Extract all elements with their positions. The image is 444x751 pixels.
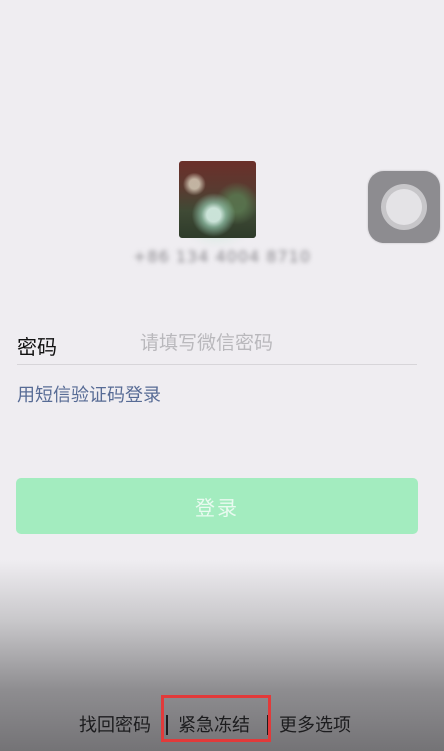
login-screen: +86 134 4004 8710 密码 用短信验证码登录 登录 找回密码 紧急… [0, 0, 444, 751]
password-label: 密码 [17, 335, 57, 359]
assistive-touch-ring-icon [381, 184, 427, 230]
login-button[interactable]: 登录 [16, 478, 418, 534]
phone-number: +86 134 4004 8710 [133, 247, 311, 266]
highlight-annotation-box [161, 695, 271, 742]
find-password-link[interactable]: 找回密码 [79, 711, 151, 737]
password-input[interactable] [140, 328, 416, 358]
more-options-link[interactable]: 更多选项 [279, 711, 351, 737]
password-divider [17, 364, 417, 365]
avatar [179, 161, 256, 238]
sms-login-link[interactable]: 用短信验证码登录 [17, 381, 161, 407]
assistive-touch-dot-icon [386, 189, 422, 225]
assistive-touch-button[interactable] [368, 171, 440, 243]
